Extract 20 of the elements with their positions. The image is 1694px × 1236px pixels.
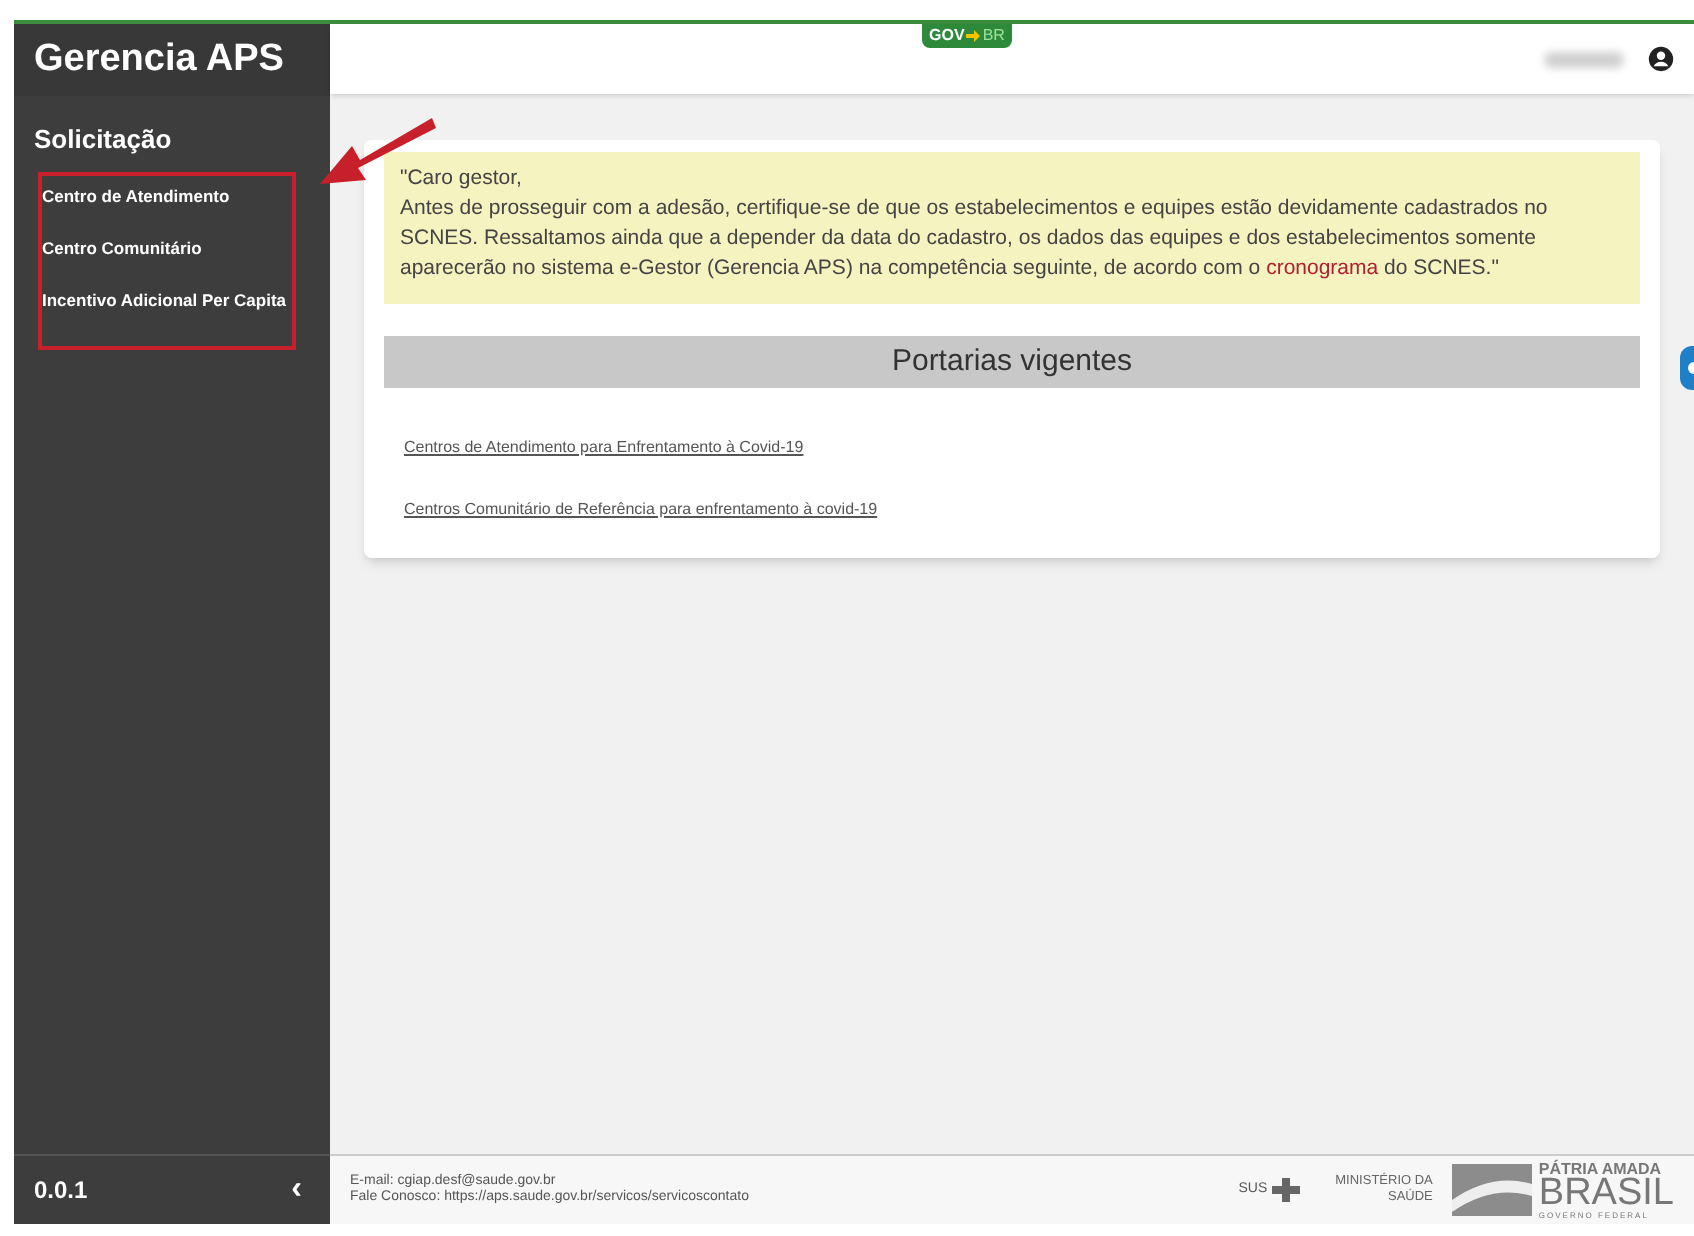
section-header: Portarias vigentes [384,336,1640,388]
flag-wave-icon [1452,1164,1533,1216]
brasil-text: BRASIL [1538,1178,1674,1210]
arrow-icon [966,30,981,42]
cross-icon [1271,1178,1300,1202]
gov-badge[interactable]: GOV BR [921,24,1013,48]
version-label: 0.0.1 [34,1174,88,1208]
app-logo: Gerencia APS [34,35,284,84]
sidebar-item[interactable]: Incentivo Adicional Per Capita [42,287,330,313]
notice-text: "Caro gestor, Antes de prosseguir com a adesão, certifique-se de que os estabelecimentos e equipes estão devidamente cadastrados no SCNES. Ressaltamos ainda que a depender da data do cadastro, os dados das equipes e dos estabelecimentos somente aparecerão no sistema e-Gestor (Gerencia APS) na competência seguinte, de acordo com o cronograma do SCNES." [384,152,1640,304]
blurred-username [1544,51,1624,67]
user-icon[interactable] [1648,46,1674,72]
collapse-button[interactable]: ‹ [283,1166,310,1214]
document-link[interactable]: Centros Comunitário de Referência para enfrentamento à covid-19 [404,498,878,522]
section-title: Solicitação [34,124,172,154]
sidebar-item[interactable]: Centro Comunitário [42,235,330,261]
sidebar-item[interactable]: Centro de Atendimento [42,184,330,210]
cronograma-link[interactable]: cronograma [1266,256,1379,280]
slogan-text: PÁTRIA AMADA [1538,1160,1662,1178]
document-link[interactable]: Centros de Atendimento para Enfrentamento à Covid-19 [404,436,804,460]
